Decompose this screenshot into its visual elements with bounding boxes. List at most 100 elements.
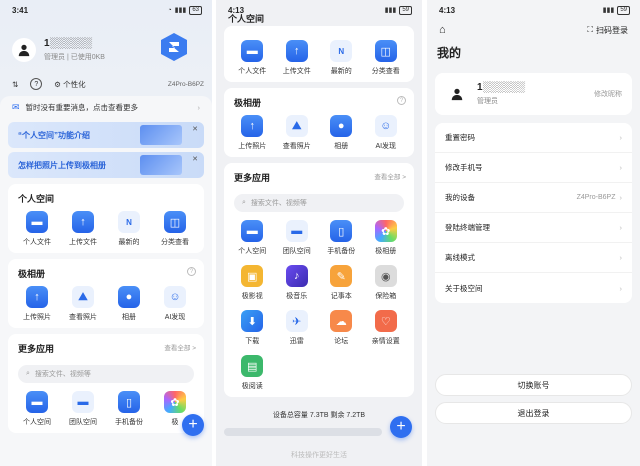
search-placeholder: 搜索文件、视频等 xyxy=(34,371,91,378)
logout-button[interactable]: 退出登录 xyxy=(435,402,632,424)
app-label: 手机备份 xyxy=(327,248,356,255)
upload-photo-icon: ↑ xyxy=(241,115,264,137)
app-personal-files[interactable]: ▬ 个人文件 xyxy=(230,40,275,76)
status-icons: ▮▮▮ 59 xyxy=(603,5,630,15)
app-label: 个人文件 xyxy=(23,239,51,246)
app-view-photos[interactable]: ⛰ 查看照片 xyxy=(275,115,320,151)
user-header[interactable]: 1░░░░░░ 管理员 | 已使用0KB xyxy=(0,20,212,72)
phone-icon: ▯ xyxy=(330,220,353,242)
notice-bar[interactable]: ✉ 暂时没有重要消息，点击查看更多 › xyxy=(0,96,212,118)
device-name[interactable]: Z4Pro-B6PZ xyxy=(168,81,204,88)
download-icon: ⬇ xyxy=(241,310,264,332)
app-reader[interactable]: ▤ 极阅读 xyxy=(230,355,275,391)
close-icon[interactable]: ✕ xyxy=(192,125,198,133)
app-upload-files[interactable]: ↑ 上传文件 xyxy=(60,211,106,247)
bird-icon: ✈ xyxy=(285,310,308,332)
search-icon: ⌕ xyxy=(26,370,30,377)
film-icon: ▣ xyxy=(241,265,264,287)
avatar[interactable] xyxy=(445,82,469,106)
row-my-device[interactable]: 我的设备 Z4Pro-B6PZ › xyxy=(435,183,632,213)
help-icon[interactable]: ? xyxy=(187,267,196,276)
switch-account-button[interactable]: 切换账号 xyxy=(435,374,632,396)
app-label: 相册 xyxy=(334,143,349,150)
app-upload-photos[interactable]: ↑ 上传照片 xyxy=(230,115,275,151)
app-label: 亲情设置 xyxy=(371,338,400,345)
search-input[interactable]: ⌕ 搜索文件、视频等 xyxy=(18,365,194,383)
battery-icon: 59 xyxy=(399,5,412,15)
chevron-right-icon: › xyxy=(619,253,623,262)
app-team-space[interactable]: ▬ 团队空间 xyxy=(60,391,106,427)
app-personal-space[interactable]: ▬ 个人空间 xyxy=(14,391,60,427)
status-time: 3:41 xyxy=(12,5,29,15)
row-change-phone[interactable]: 修改手机号 › xyxy=(435,153,632,183)
app-phone-backup[interactable]: ▯ 手机备份 xyxy=(106,391,152,427)
app-download[interactable]: ⬇ 下载 xyxy=(230,310,275,346)
status-icons: ◔ ▮▮▮ 63 xyxy=(167,5,202,15)
transfer-icon[interactable]: ⇅ xyxy=(12,80,18,89)
app-album[interactable]: ● 相册 xyxy=(319,115,364,151)
app-video[interactable]: ▣ 极影视 xyxy=(230,265,275,301)
row-offline-mode[interactable]: 离线模式 › xyxy=(435,243,632,273)
card-title: 极相册 xyxy=(18,269,46,279)
app-family-settings[interactable]: ♡ 亲情设置 xyxy=(364,310,409,346)
app-label: 保险箱 xyxy=(375,293,397,300)
app-phone-backup[interactable]: ▯ 手机备份 xyxy=(319,220,364,256)
app-label: 极音乐 xyxy=(286,293,308,300)
app-safe-box[interactable]: ◉ 保险箱 xyxy=(364,265,409,301)
app-thunder[interactable]: ✈ 迅雷 xyxy=(275,310,320,346)
banner-album-upload[interactable]: 怎样把照片上传到极相册 ✕ xyxy=(8,152,204,178)
palette-icon: ⚙ xyxy=(54,79,62,89)
wifi-icon: ◔ xyxy=(167,6,172,14)
app-category-view[interactable]: ◫ 分类查看 xyxy=(152,211,198,247)
album-icon: ● xyxy=(118,286,140,308)
profile-user-card[interactable]: 1░░░░░░ 管理员 修改昵称 xyxy=(435,73,632,115)
row-label: 重置密码 xyxy=(445,133,475,142)
row-about[interactable]: 关于极空间 › xyxy=(435,273,632,303)
app-view-photos[interactable]: ⛰ 查看照片 xyxy=(60,286,106,322)
row-terminal-management[interactable]: 登陆终端管理 › xyxy=(435,213,632,243)
scan-login-button[interactable]: ⛶ 扫码登录 xyxy=(587,25,628,36)
app-personal-files[interactable]: ▬ 个人文件 xyxy=(14,211,60,247)
app-album[interactable]: ✿ 极相册 xyxy=(364,220,409,256)
app-personal-space[interactable]: ▬ 个人空间 xyxy=(230,220,275,256)
scan-label: 扫码登录 xyxy=(596,25,628,35)
app-music[interactable]: ♪ 极音乐 xyxy=(275,265,320,301)
app-category-view[interactable]: ◫ 分类查看 xyxy=(364,40,409,76)
app-ai-discover[interactable]: ☺ AI发现 xyxy=(152,286,198,322)
app-latest[interactable]: N 最新的 xyxy=(319,40,364,76)
search-input[interactable]: ⌕ 搜索文件、视频等 xyxy=(234,194,404,212)
section-title: 个人空间 xyxy=(228,14,265,24)
chevron-right-icon: › xyxy=(619,133,623,142)
close-icon[interactable]: ✕ xyxy=(192,155,198,163)
edit-nickname-link[interactable]: 修改昵称 xyxy=(594,89,622,99)
team-folder-icon: ▬ xyxy=(72,391,94,413)
app-team-space[interactable]: ▬ 团队空间 xyxy=(275,220,320,256)
search-placeholder: 搜索文件、视频等 xyxy=(250,200,307,207)
footer-slogan: 科技操作更好生活 xyxy=(291,452,347,459)
app-album[interactable]: ● 相册 xyxy=(106,286,152,322)
home-icon[interactable]: ⌂ xyxy=(439,24,446,36)
album-icon: ● xyxy=(330,115,353,137)
help-icon[interactable]: ? xyxy=(30,78,43,90)
book-icon: ▤ xyxy=(241,355,264,377)
app-forum[interactable]: ☁ 论坛 xyxy=(319,310,364,346)
folder-icon: ▬ xyxy=(241,40,264,62)
app-ai-discover[interactable]: ☺ AI发现 xyxy=(364,115,409,151)
add-button[interactable]: + xyxy=(182,414,204,436)
help-icon[interactable]: ? xyxy=(397,96,406,105)
view-all-link[interactable]: 查看全部 > xyxy=(164,342,196,352)
app-latest[interactable]: N 最新的 xyxy=(106,211,152,247)
banner-personal-space[interactable]: “个人空间”功能介绍 ✕ xyxy=(8,122,204,148)
chevron-right-icon: › xyxy=(619,193,623,202)
user-icon xyxy=(451,88,463,101)
app-notebook[interactable]: ✎ 记事本 xyxy=(319,265,364,301)
view-all-link[interactable]: 查看全部 > xyxy=(374,171,406,181)
row-reset-password[interactable]: 重置密码 › xyxy=(435,123,632,153)
app-label: AI发现 xyxy=(375,143,397,150)
app-upload-photos[interactable]: ↑ 上传照片 xyxy=(14,286,60,322)
personalize-button[interactable]: ⚙ 个性化 xyxy=(54,79,85,90)
avatar[interactable] xyxy=(12,38,36,62)
add-button[interactable]: + xyxy=(390,416,412,438)
app-upload-files[interactable]: ↑ 上传文件 xyxy=(275,40,320,76)
row-label: 关于极空间 xyxy=(445,283,483,293)
